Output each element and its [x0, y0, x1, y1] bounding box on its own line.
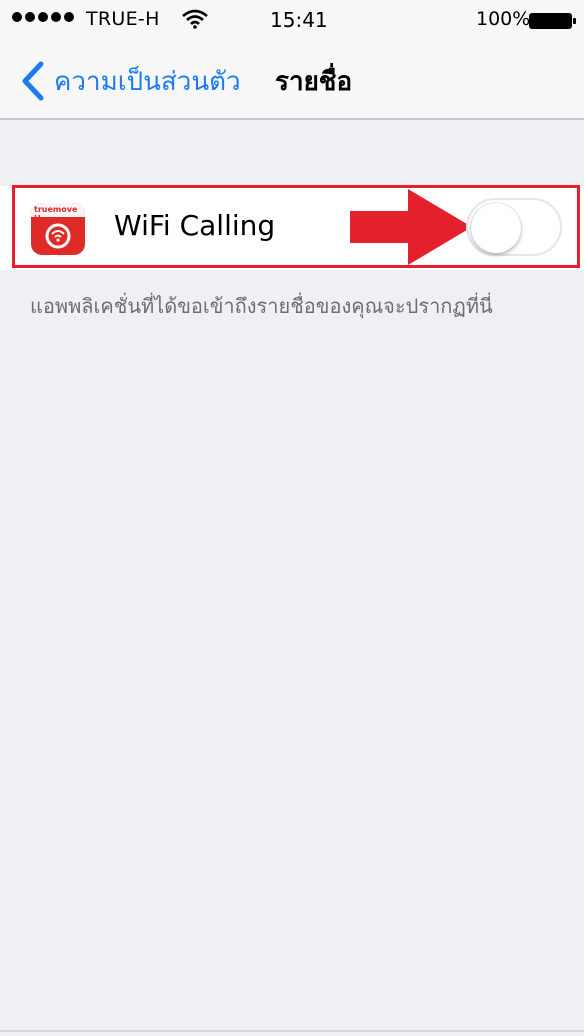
clock: 15:41 — [270, 8, 328, 32]
wifi-calling-toggle[interactable] — [466, 198, 562, 256]
battery-icon — [529, 13, 576, 29]
back-button[interactable]: ความเป็นส่วนตัว — [54, 61, 241, 102]
truemove-wifi-calling-app-icon: truemove H — [31, 203, 85, 255]
navigation-bar: ความเป็นส่วนตัว รายชื่อ — [0, 44, 584, 120]
page-title: รายชื่อ — [275, 67, 353, 97]
status-bar: TRUE-H 15:41 100% — [0, 0, 584, 44]
app-name-label: WiFi Calling — [114, 209, 276, 242]
battery-percentage: 100% — [476, 8, 531, 30]
red-arrow-icon — [350, 189, 472, 265]
divider — [0, 1030, 584, 1032]
carrier-name: TRUE-H — [86, 8, 160, 30]
chevron-left-icon[interactable] — [20, 60, 46, 102]
wifi-icon — [182, 9, 208, 29]
footer-note: แอพพลิเคชั่นที่ได้ขอเข้าถึงรายชื่อของคุณ… — [30, 294, 493, 318]
toggle-knob — [471, 203, 521, 253]
signal-strength-icon — [12, 12, 74, 22]
